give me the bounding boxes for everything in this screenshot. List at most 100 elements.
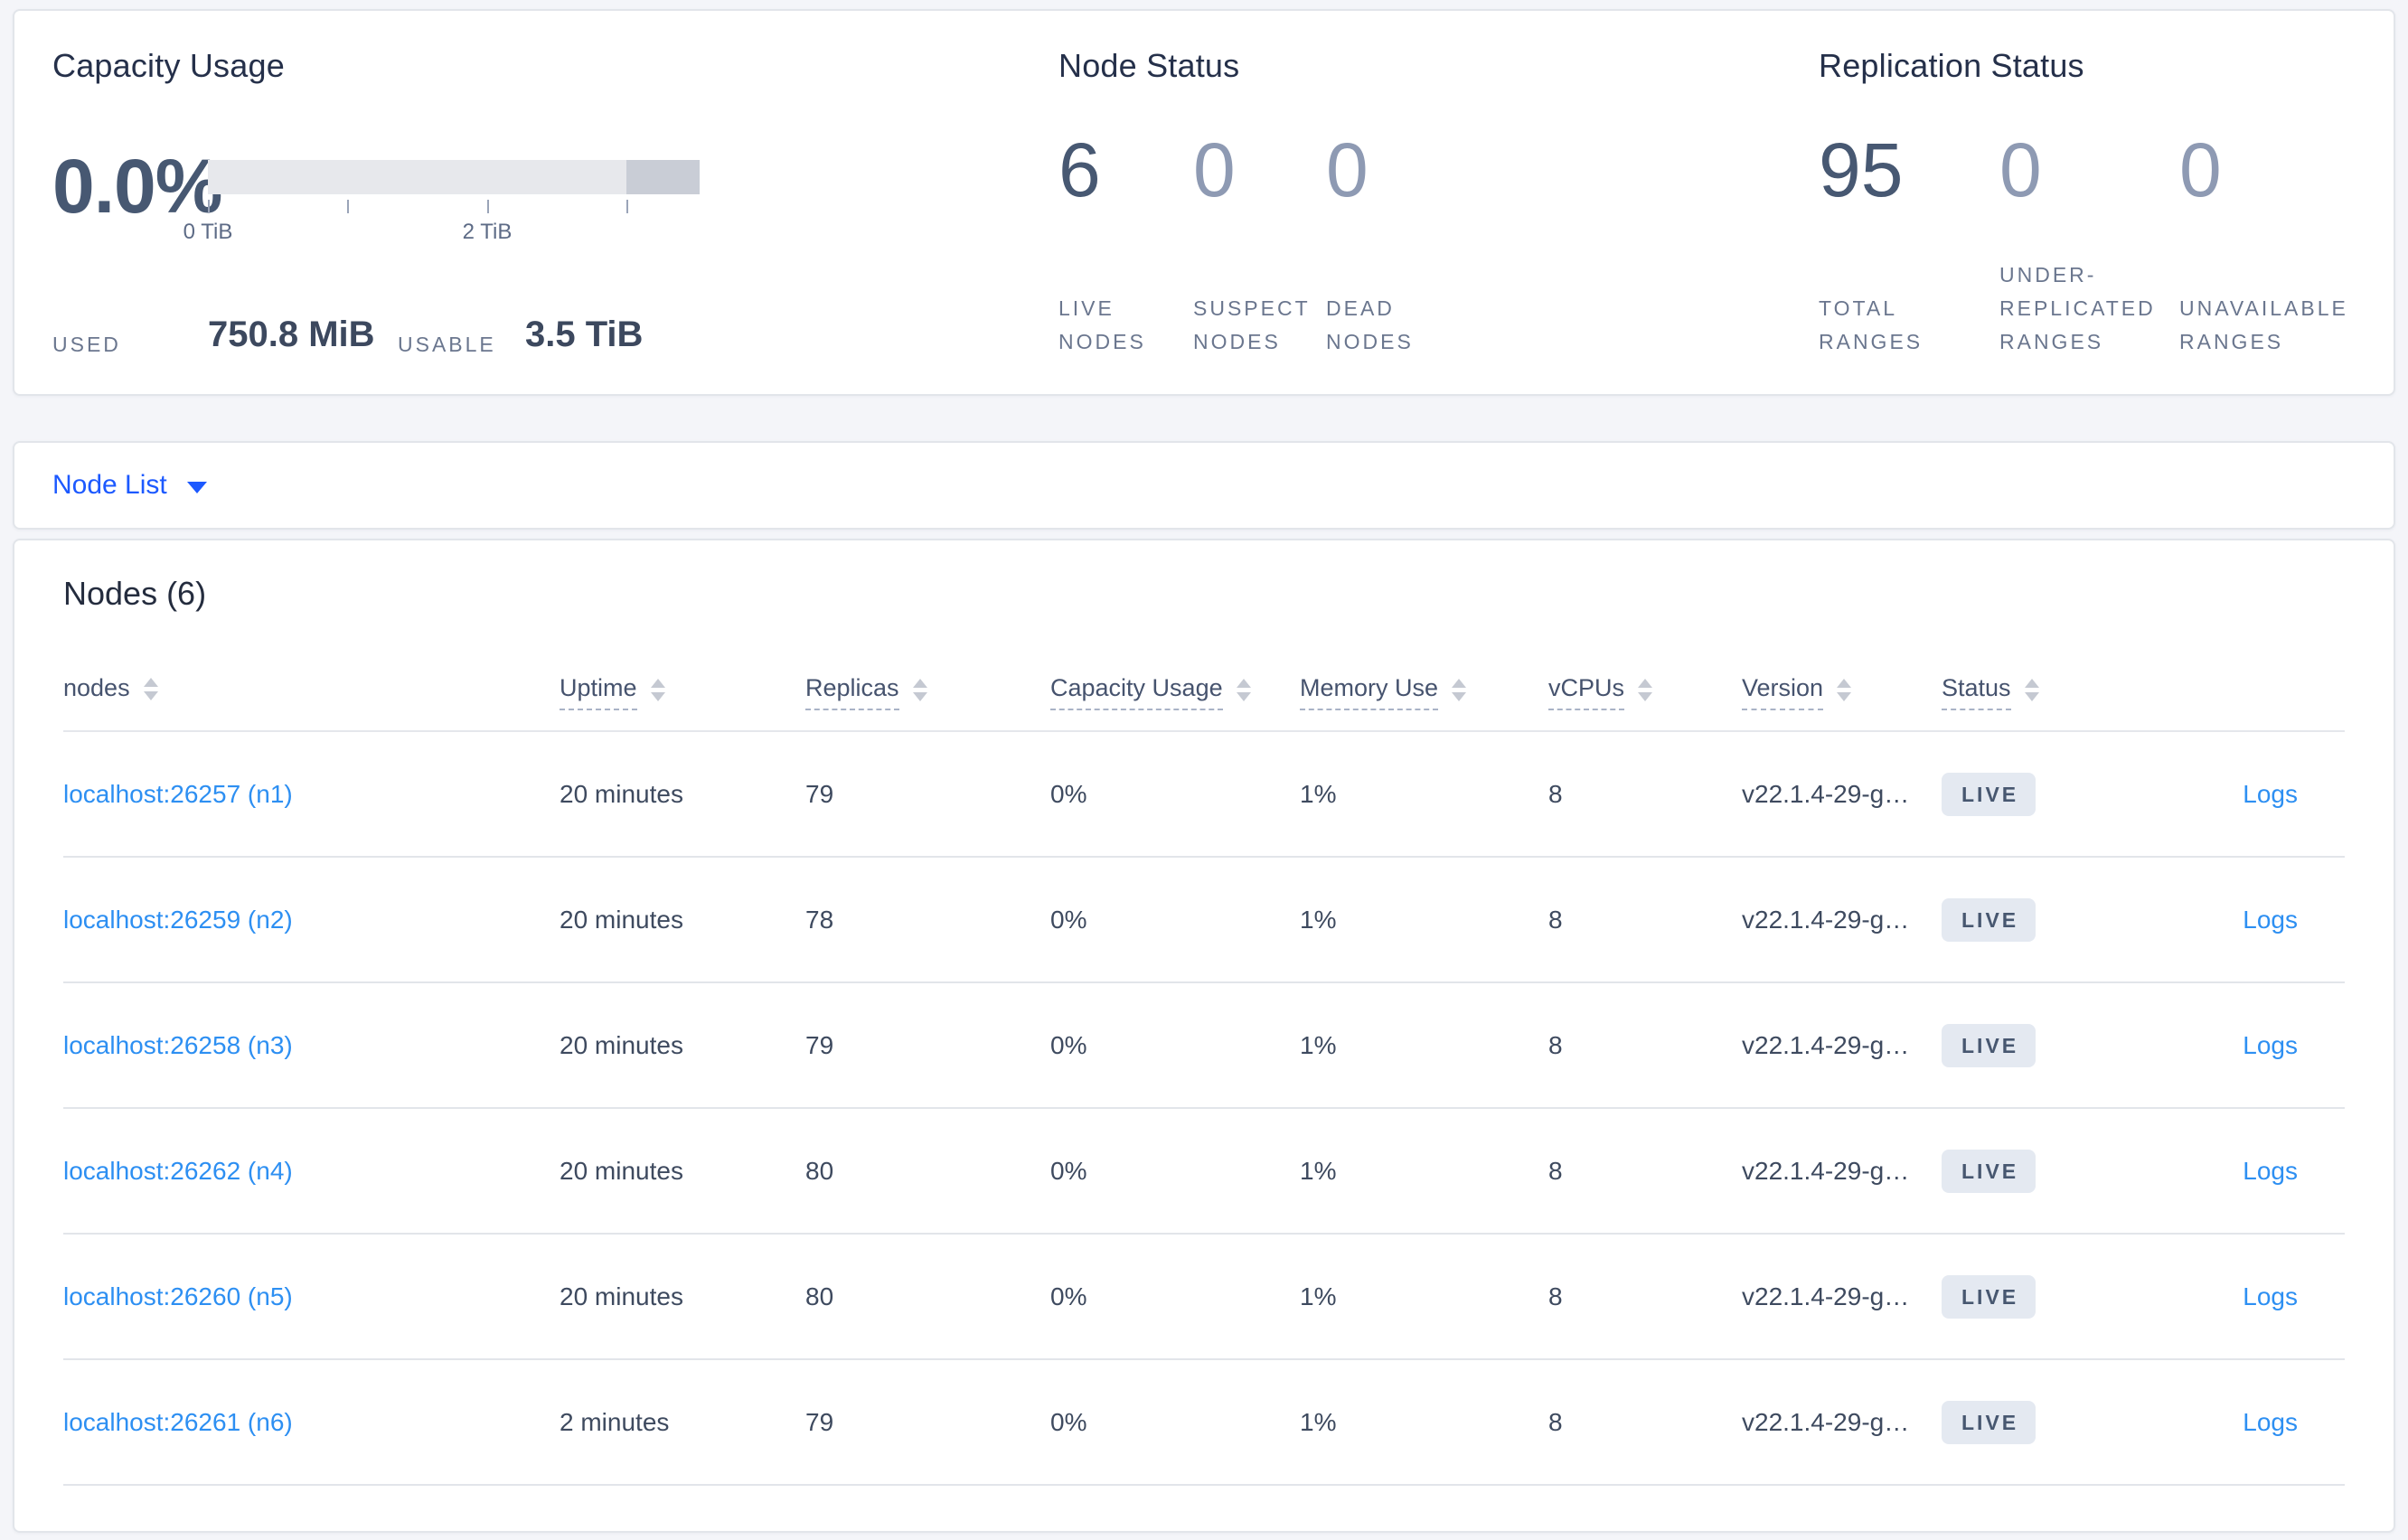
replicas-cell: 79 — [805, 779, 834, 808]
column-header-uptime[interactable]: Uptime — [560, 674, 805, 710]
vcpus-cell: 8 — [1548, 905, 1563, 934]
column-header-memory-use[interactable]: Memory Use — [1300, 674, 1548, 710]
column-header-vcpus[interactable]: vCPUs — [1548, 674, 1742, 710]
column-header-label: Uptime — [560, 674, 637, 710]
replicas-cell: 79 — [805, 1030, 834, 1059]
table-row: localhost:26258 (n3) 20 minutes 79 0% 1%… — [63, 983, 2345, 1109]
uptime-cell: 20 minutes — [560, 779, 683, 808]
usable-value: 3.5 TiB — [525, 315, 644, 354]
version-cell: v22.1.4-29-g… — [1742, 1407, 1910, 1436]
unavailable-ranges-label: UNAVAILABLE RANGES — [2179, 296, 2348, 353]
vcpus-cell: 8 — [1548, 1282, 1563, 1310]
uptime-cell: 20 minutes — [560, 1030, 683, 1059]
version-cell: v22.1.4-29-g… — [1742, 779, 1910, 808]
sort-arrows-icon[interactable] — [2024, 678, 2039, 701]
sort-arrows-icon[interactable] — [912, 678, 927, 701]
capacity-usage-cell: 0% — [1050, 905, 1087, 934]
column-header-capacity-usage[interactable]: Capacity Usage — [1050, 674, 1300, 710]
capacity-usage-breakdown: USED 750.8 MiB USABLE 3.5 TiB — [52, 315, 739, 369]
uptime-cell: 2 minutes — [560, 1407, 670, 1436]
sort-arrows-icon[interactable] — [1837, 678, 1852, 701]
logs-link[interactable]: Logs — [2243, 1157, 2298, 1185]
version-cell: v22.1.4-29-g… — [1742, 1030, 1910, 1059]
table-header-row: nodes Uptime Replicas Capacity Usage Memory … — [63, 640, 2345, 732]
node-link[interactable]: localhost:26262 (n4) — [63, 1157, 293, 1185]
capacity-usage-cell: 0% — [1050, 779, 1087, 808]
status-badge: LIVE — [1942, 1149, 2036, 1193]
column-header-label: Version — [1742, 674, 1824, 710]
replicas-cell: 78 — [805, 905, 834, 934]
version-cell: v22.1.4-29-g… — [1742, 905, 1910, 934]
column-header-label: vCPUs — [1548, 674, 1625, 710]
axis-tick — [346, 200, 349, 213]
logs-link[interactable]: Logs — [2243, 1282, 2298, 1310]
capacity-usage-cell: 0% — [1050, 1156, 1087, 1185]
status-badge: LIVE — [1942, 897, 2036, 942]
vcpus-cell: 8 — [1548, 1156, 1563, 1185]
status-badge: LIVE — [1942, 1400, 2036, 1444]
memory-use-cell: 1% — [1300, 905, 1337, 934]
capacity-percent: 0.0% — [52, 144, 222, 229]
sort-arrows-icon[interactable] — [1452, 678, 1467, 701]
node-status-title: Node Status — [1058, 47, 1240, 84]
used-value: 750.8 MiB — [208, 315, 375, 354]
table-body: localhost:26257 (n1) 20 minutes 79 0% 1%… — [63, 732, 2345, 1486]
node-list-dropdown[interactable]: Node List — [52, 470, 207, 501]
column-header-label: Capacity Usage — [1050, 674, 1223, 710]
sort-arrows-icon[interactable] — [143, 677, 158, 700]
table-row: localhost:26260 (n5) 20 minutes 80 0% 1%… — [63, 1235, 2345, 1360]
axis-tick-label: 2 TiB — [462, 220, 513, 244]
column-header-status[interactable]: Status — [1942, 674, 2122, 710]
version-cell: v22.1.4-29-g… — [1742, 1156, 1910, 1185]
node-list-dropdown-label: Node List — [52, 470, 167, 500]
sort-arrows-icon[interactable] — [1236, 678, 1251, 701]
version-cell: v22.1.4-29-g… — [1742, 1282, 1910, 1310]
column-header-version[interactable]: Version — [1742, 674, 1942, 710]
logs-link[interactable]: Logs — [2243, 906, 2298, 934]
node-link[interactable]: localhost:26257 (n1) — [63, 780, 293, 808]
status-badge: LIVE — [1942, 1274, 2036, 1319]
sort-arrows-icon[interactable] — [1638, 678, 1653, 701]
node-link[interactable]: localhost:26259 (n2) — [63, 906, 293, 934]
memory-use-cell: 1% — [1300, 1282, 1337, 1310]
replication-status-title: Replication Status — [1819, 47, 2084, 84]
node-link[interactable]: localhost:26258 (n3) — [63, 1031, 293, 1059]
uptime-cell: 20 minutes — [560, 1282, 683, 1310]
logs-link[interactable]: Logs — [2243, 780, 2298, 808]
capacity-usage-title: Capacity Usage — [52, 47, 285, 84]
usable-label: USABLE — [398, 333, 496, 356]
vcpus-cell: 8 — [1548, 1407, 1563, 1436]
table-row: localhost:26257 (n1) 20 minutes 79 0% 1%… — [63, 732, 2345, 858]
uptime-cell: 20 minutes — [560, 905, 683, 934]
capacity-usage-panel: Capacity Usage 0.0% 0 TiB 2 TiB USED 750… — [52, 11, 739, 398]
view-selector-bar: Node List — [13, 441, 2395, 530]
total-ranges-label: TOTAL RANGES — [1819, 296, 1924, 353]
status-badge: LIVE — [1942, 1023, 2036, 1067]
capacity-usage-cell: 0% — [1050, 1030, 1087, 1059]
capacity-bar-usable-segment — [208, 160, 626, 194]
vcpus-cell: 8 — [1548, 779, 1563, 808]
summary-card: Capacity Usage 0.0% 0 TiB 2 TiB USED 750… — [13, 9, 2395, 396]
replicas-cell: 80 — [805, 1282, 834, 1310]
live-nodes-label: LIVE NODES — [1058, 296, 1146, 353]
suspect-nodes-label: SUSPECT NODES — [1193, 296, 1311, 353]
logs-link[interactable]: Logs — [2243, 1408, 2298, 1436]
column-header-label: nodes — [63, 674, 130, 701]
memory-use-cell: 1% — [1300, 1407, 1337, 1436]
nodes-table-title: Nodes (6) — [63, 575, 207, 612]
capacity-bar-reserved-segment — [626, 160, 700, 194]
table-row: localhost:26262 (n4) 20 minutes 80 0% 1%… — [63, 1109, 2345, 1235]
logs-link[interactable]: Logs — [2243, 1031, 2298, 1059]
node-link[interactable]: localhost:26261 (n6) — [63, 1408, 293, 1436]
capacity-usage-cell: 0% — [1050, 1282, 1087, 1310]
column-header-nodes[interactable]: nodes — [63, 674, 560, 709]
column-header-replicas[interactable]: Replicas — [805, 674, 1050, 710]
uptime-cell: 20 minutes — [560, 1156, 683, 1185]
node-link[interactable]: localhost:26260 (n5) — [63, 1282, 293, 1310]
sort-arrows-icon[interactable] — [650, 678, 665, 701]
chevron-down-icon — [186, 481, 207, 493]
column-header-label: Memory Use — [1300, 674, 1439, 710]
column-header-label: Replicas — [805, 674, 899, 710]
capacity-bar: 0 TiB 2 TiB — [183, 160, 700, 244]
memory-use-cell: 1% — [1300, 1156, 1337, 1185]
